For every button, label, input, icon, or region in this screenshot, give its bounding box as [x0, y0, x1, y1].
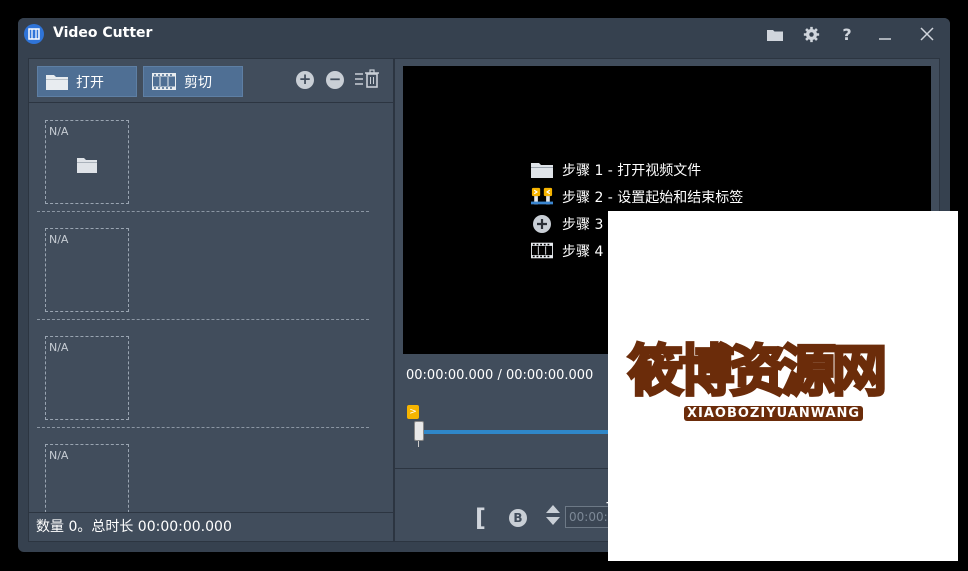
step-text: 步骤 2 - 设置起始和结束标签 [562, 189, 744, 206]
folder-icon [46, 75, 68, 90]
step-2: 步骤 2 - 设置起始和结束标签 [531, 183, 743, 210]
thumbnail-label: N/A [49, 449, 69, 462]
thumbnail: N/A [45, 228, 129, 312]
begin-time-button[interactable]: B [509, 509, 527, 527]
settings-button[interactable] [800, 24, 822, 44]
folder-icon [531, 160, 553, 180]
up-down-arrows-icon [546, 505, 560, 525]
add-file-button[interactable]: + [296, 71, 314, 89]
folder-icon [767, 29, 783, 41]
step-text: 步骤 1 - 打开视频文件 [562, 162, 702, 179]
open-button-label: 打开 [76, 74, 104, 91]
thumbnail: N/A [45, 444, 129, 512]
thumbnail-label: N/A [49, 125, 69, 138]
status-summary: 数量 0。总时长 00:00:00.000 [29, 512, 393, 542]
gear-icon [803, 26, 819, 42]
list-item[interactable]: N/A [37, 104, 369, 212]
help-button[interactable]: ? [836, 24, 858, 44]
remove-file-button[interactable]: − [326, 71, 344, 89]
close-button[interactable] [916, 24, 938, 44]
minimize-icon [879, 38, 891, 40]
film-icon [152, 73, 176, 90]
step-1: 步骤 1 - 打开视频文件 [531, 156, 743, 183]
open-folder-button[interactable] [764, 24, 786, 44]
thumbnail: N/A [45, 120, 129, 204]
thumbnail-label: N/A [49, 341, 69, 354]
watermark-subtitle: XIAOBOZIYUANWANG [684, 406, 864, 421]
cut-button-label: 剪切 [184, 74, 212, 91]
film-icon [531, 241, 553, 261]
time-stepper[interactable] [545, 504, 561, 528]
start-marker[interactable]: > [407, 405, 419, 419]
open-button[interactable]: 打开 [37, 66, 137, 97]
file-list: N/A N/A N/A N/A [29, 104, 393, 512]
time-display: 00:00:00.000 / 00:00:00.000 [406, 368, 594, 383]
app-logo-icon [24, 24, 44, 44]
minimize-button[interactable] [874, 24, 896, 44]
file-list-panel: 打开 剪切 + − N/A N/A N/A N/A 数量 0。总时长 00:00… [28, 58, 394, 542]
list-item[interactable]: N/A [37, 320, 369, 428]
cut-button[interactable]: 剪切 [143, 66, 243, 97]
thumbnail-label: N/A [49, 233, 69, 246]
playhead-tick [418, 441, 419, 447]
watermark-logo-text: 筱博资源网 [626, 338, 888, 405]
close-icon [920, 27, 934, 41]
window-title: Video Cutter [53, 25, 153, 41]
add-icon [531, 214, 553, 234]
markers-icon [531, 187, 553, 207]
thumbnail: N/A [45, 336, 129, 420]
file-toolbar: 打开 剪切 + − [29, 59, 393, 103]
set-start-button[interactable]: [ [475, 504, 486, 532]
folder-icon [77, 158, 97, 173]
title-bar: Video Cutter ? [18, 18, 950, 50]
list-item[interactable]: N/A [37, 428, 369, 512]
playhead-handle[interactable] [414, 421, 424, 441]
list-item[interactable]: N/A [37, 212, 369, 320]
watermark-overlay: 筱博资源网 XIAOBOZIYUANWANG [608, 211, 958, 561]
clear-list-button[interactable] [355, 69, 381, 91]
trash-icon [355, 69, 379, 88]
step-text: 步骤 4 [562, 243, 604, 260]
step-text: 步骤 3 [562, 216, 604, 233]
